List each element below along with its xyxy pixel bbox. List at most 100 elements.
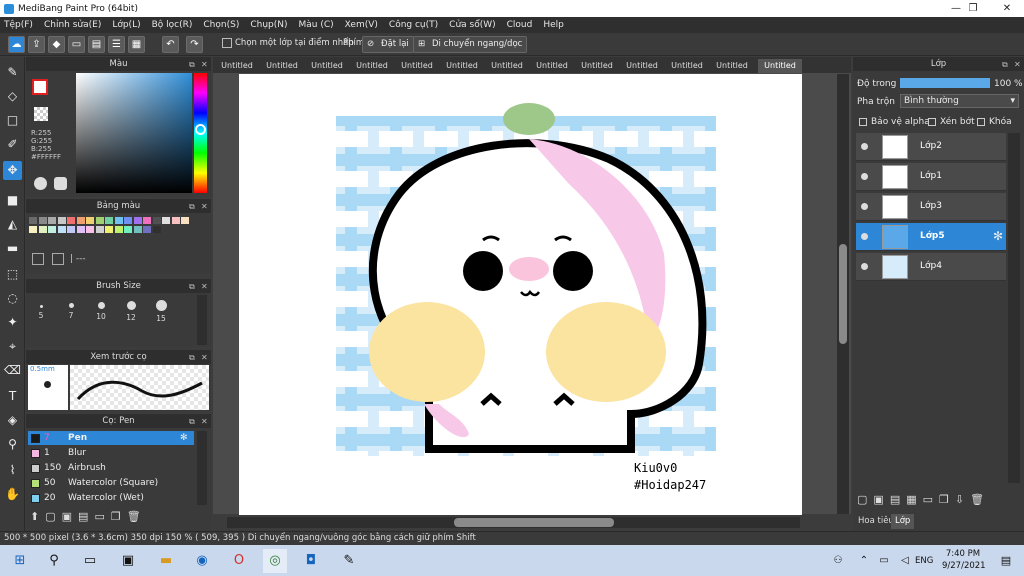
brush-options-icon[interactable]: ▣ bbox=[62, 510, 72, 526]
layer-row-lop1[interactable]: Lớp1 bbox=[856, 163, 1006, 191]
palette-swatch[interactable] bbox=[48, 226, 56, 233]
close-panel-icon[interactable]: ✕ bbox=[1014, 58, 1021, 72]
select-rect-icon[interactable]: ⬚ bbox=[3, 265, 22, 284]
vertical-scroll-thumb[interactable] bbox=[839, 244, 847, 344]
tab-untitled[interactable]: Untitled bbox=[260, 59, 304, 73]
blend-mode-select[interactable]: Bình thường ▾ bbox=[900, 94, 1019, 108]
palette-swatch[interactable] bbox=[181, 217, 189, 224]
people-icon[interactable]: ⚇ bbox=[826, 549, 850, 573]
medibang-icon[interactable]: ✎ bbox=[337, 549, 361, 573]
menu-color[interactable]: Màu (C) bbox=[299, 20, 334, 30]
palette-swatch[interactable] bbox=[124, 217, 132, 224]
select-pen-icon[interactable]: ⌖ bbox=[3, 337, 22, 356]
brush-size-15[interactable]: 15 bbox=[146, 300, 176, 323]
menu-select[interactable]: Chọn(S) bbox=[203, 20, 239, 30]
primary-color-swatch[interactable] bbox=[32, 79, 48, 95]
menu-layer[interactable]: Lớp(L) bbox=[112, 20, 140, 30]
gradient-icon[interactable]: ▬ bbox=[3, 239, 22, 258]
brush-size-10[interactable]: 10 bbox=[86, 302, 116, 321]
palette-swatch[interactable] bbox=[38, 217, 47, 224]
volume-icon[interactable]: ◁ bbox=[893, 549, 917, 573]
popout-icon[interactable]: ⧉ bbox=[189, 200, 195, 214]
clock[interactable]: 7:40 PM 9/27/2021 bbox=[942, 548, 986, 572]
chat-icon[interactable]: ▭ bbox=[68, 36, 85, 53]
document-canvas[interactable]: Kiu0v0 #Hoidap247 bbox=[239, 74, 802, 515]
new-layer-icon[interactable]: ▢ bbox=[857, 493, 867, 509]
gear-icon[interactable]: ✻ bbox=[993, 229, 1003, 243]
palette-swatch[interactable] bbox=[162, 217, 170, 224]
merge-layer-icon[interactable]: ⇩ bbox=[955, 493, 964, 509]
file-explorer-icon[interactable]: ▬ bbox=[154, 549, 178, 573]
tab-untitled[interactable]: Untitled bbox=[620, 59, 664, 73]
close-button[interactable]: ✕ bbox=[990, 0, 1024, 17]
tab-untitled[interactable]: Untitled bbox=[305, 59, 349, 73]
hand-icon[interactable]: ✋ bbox=[3, 485, 22, 504]
comment-icon[interactable]: ◆ bbox=[48, 36, 65, 53]
delete-layer-icon[interactable]: 🗑 bbox=[970, 493, 984, 509]
menu-capture[interactable]: Chụp(N) bbox=[250, 20, 287, 30]
close-panel-icon[interactable]: ✕ bbox=[201, 58, 208, 72]
palette-swatch[interactable] bbox=[86, 226, 94, 233]
select-eraser-icon[interactable]: ⌫ bbox=[3, 361, 22, 380]
popout-icon[interactable]: ⧉ bbox=[189, 280, 195, 294]
folder-icon[interactable]: ▭ bbox=[94, 510, 104, 526]
gear-icon[interactable]: ✻ bbox=[180, 431, 188, 445]
palette-swatch[interactable] bbox=[143, 226, 151, 233]
lasso-icon[interactable]: ◌ bbox=[3, 289, 22, 308]
palette-swatch[interactable] bbox=[171, 217, 180, 224]
palette-swatch[interactable] bbox=[105, 226, 113, 233]
tab-untitled-active[interactable]: Untitled bbox=[758, 59, 802, 73]
popout-icon[interactable]: ⧉ bbox=[1002, 58, 1008, 72]
move-tool-icon[interactable]: ✥ bbox=[3, 161, 22, 180]
fill-rect-icon[interactable]: ■ bbox=[3, 191, 22, 210]
new-palette-icon[interactable] bbox=[32, 253, 44, 265]
tab-layer[interactable]: Lớp bbox=[891, 514, 915, 529]
menu-window[interactable]: Cửa sổ(W) bbox=[449, 20, 495, 30]
menu-help[interactable]: Help bbox=[543, 20, 564, 30]
brush-row-watercolor-square[interactable]: 50 Watercolor (Square) bbox=[28, 476, 194, 490]
brush-row-airbrush[interactable]: 150 Airbrush bbox=[28, 461, 194, 475]
visibility-eye-icon[interactable] bbox=[861, 263, 868, 270]
layer-row-lop5[interactable]: Lớp5 ✻ bbox=[856, 223, 1006, 251]
new-halftone-layer-icon[interactable]: ▣ bbox=[873, 493, 883, 509]
palette-swatch[interactable] bbox=[48, 217, 56, 224]
close-panel-icon[interactable]: ✕ bbox=[201, 351, 208, 365]
zalo-icon[interactable]: ◉ bbox=[190, 549, 214, 573]
duplicate-layer-icon[interactable]: ❐ bbox=[939, 493, 949, 509]
protect-alpha-checkbox[interactable] bbox=[859, 118, 867, 126]
delete-brush-icon[interactable]: 🗑 bbox=[127, 510, 141, 526]
duplicate-icon[interactable]: ❐ bbox=[111, 510, 121, 526]
brush-row-watercolor-wet[interactable]: 20 Watercolor (Wet) bbox=[28, 491, 194, 505]
horizontal-scroll-thumb[interactable] bbox=[454, 518, 614, 527]
palette-swatch[interactable] bbox=[143, 217, 151, 224]
close-panel-icon[interactable]: ✕ bbox=[201, 200, 208, 214]
select-layer-checkbox[interactable] bbox=[222, 38, 232, 48]
task-view-icon[interactable]: ▭ bbox=[78, 549, 102, 573]
palette-swatch[interactable] bbox=[114, 226, 123, 233]
horizontal-scrollbar[interactable] bbox=[227, 517, 800, 528]
palette-swatch[interactable] bbox=[95, 226, 104, 233]
palette-swatch[interactable] bbox=[29, 226, 37, 233]
tab-untitled[interactable]: Untitled bbox=[575, 59, 619, 73]
reset-button[interactable]: ⊘ Đặt lại bbox=[362, 36, 414, 53]
palette-swatch[interactable] bbox=[152, 226, 161, 233]
grid-icon[interactable]: ▦ bbox=[128, 36, 145, 53]
palette-swatch[interactable] bbox=[95, 217, 104, 224]
opera-icon[interactable]: O bbox=[227, 549, 251, 573]
hue-handle[interactable] bbox=[195, 124, 206, 135]
chrome-icon[interactable]: ◎ bbox=[263, 549, 287, 573]
transparent-swatch[interactable] bbox=[34, 107, 48, 121]
layer-row-lop3[interactable]: Lớp3 bbox=[856, 193, 1006, 221]
windows-start-icon[interactable]: ⊞ bbox=[8, 549, 32, 573]
palette-swatch[interactable] bbox=[67, 217, 75, 224]
language-indicator[interactable]: ENG bbox=[915, 556, 933, 566]
palette-swatch[interactable] bbox=[76, 226, 85, 233]
palette-swatch[interactable] bbox=[29, 217, 37, 224]
rectangle-icon[interactable]: □ bbox=[3, 111, 22, 130]
brush-row-pen[interactable]: 7 Pen ✻ bbox=[28, 431, 194, 445]
palette-swatch[interactable] bbox=[105, 217, 113, 224]
close-panel-icon[interactable]: ✕ bbox=[201, 280, 208, 294]
tab-untitled[interactable]: Untitled bbox=[350, 59, 394, 73]
magic-wand-icon[interactable]: ✦ bbox=[3, 313, 22, 332]
video-app-icon[interactable]: ▣ bbox=[116, 549, 140, 573]
